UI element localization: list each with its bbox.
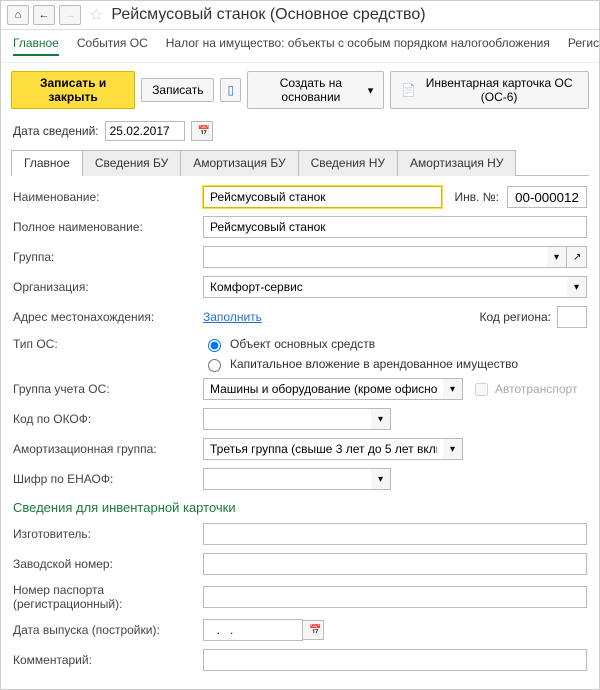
menu-main[interactable]: Главное <box>13 36 59 56</box>
release-calendar-button[interactable]: 📅 <box>302 620 324 640</box>
maker-label: Изготовитель: <box>13 527 203 541</box>
tab-nu[interactable]: Сведения НУ <box>298 150 398 176</box>
okof-label: Код по ОКОФ: <box>13 412 203 426</box>
auto-label: Автотранспорт <box>495 382 577 396</box>
favorite-icon[interactable]: ☆ <box>89 5 103 25</box>
type-radio-capital[interactable] <box>208 359 221 372</box>
inv-label: Инв. №: <box>454 190 499 204</box>
back-button[interactable]: ← <box>33 5 55 25</box>
menu-tax[interactable]: Налог на имущество: объекты с особым пор… <box>166 36 550 56</box>
fullname-input[interactable] <box>203 216 587 238</box>
calendar-button[interactable]: 📅 <box>191 121 213 141</box>
type-label: Тип ОС: <box>13 337 203 351</box>
addr-label: Адрес местонахождения: <box>13 310 203 324</box>
amort-dropdown[interactable]: ▾ <box>443 438 463 460</box>
comment-input[interactable] <box>203 649 587 671</box>
menu-reg[interactable]: Регистрация зем <box>568 36 599 56</box>
group-label: Группа: <box>13 250 203 264</box>
region-label: Код региона: <box>480 310 551 324</box>
org-dropdown[interactable]: ▾ <box>567 276 587 298</box>
comment-label: Комментарий: <box>13 653 203 667</box>
paperclip-icon: ▯ <box>227 83 234 97</box>
acc-group-input[interactable] <box>203 378 443 400</box>
amort-input[interactable] <box>203 438 443 460</box>
tab-amort-bu[interactable]: Амортизация БУ <box>180 150 298 176</box>
date-input[interactable] <box>105 121 185 141</box>
fullname-label: Полное наименование: <box>13 220 203 234</box>
group-input[interactable] <box>203 246 547 268</box>
okof-input[interactable] <box>203 408 371 430</box>
enaof-label: Шифр по ЕНАОФ: <box>13 472 203 486</box>
maker-input[interactable] <box>203 523 587 545</box>
acc-group-dropdown[interactable]: ▾ <box>443 378 463 400</box>
type-radio-capital-label: Капитальное вложение в арендованное имущ… <box>230 357 518 371</box>
card-icon: 📄 <box>401 83 416 97</box>
group-dropdown[interactable]: ▾ <box>547 246 567 268</box>
section-inventory-card: Сведения для инвентарной карточки <box>13 500 587 515</box>
name-input[interactable] <box>203 186 442 208</box>
tab-amort-nu[interactable]: Амортизация НУ <box>397 150 516 176</box>
enaof-input[interactable] <box>203 468 371 490</box>
window-title: Рейсмусовый станок (Основное средство) <box>111 6 425 24</box>
save-button[interactable]: Записать <box>141 78 214 102</box>
forward-button[interactable]: → <box>59 5 81 25</box>
name-label: Наименование: <box>13 190 203 204</box>
menu-events[interactable]: События ОС <box>77 36 148 56</box>
inv-number-input[interactable] <box>507 186 587 208</box>
passport-input[interactable] <box>203 586 587 608</box>
create-based-button[interactable]: Создать на основании ▾ <box>247 71 384 109</box>
serial-input[interactable] <box>203 553 587 575</box>
release-date-input[interactable] <box>203 619 303 641</box>
inv-card-button[interactable]: 📄 Инвентарная карточка ОС (ОС-6) <box>390 71 589 109</box>
okof-dropdown[interactable]: ▾ <box>371 408 391 430</box>
enaof-dropdown[interactable]: ▾ <box>371 468 391 490</box>
save-close-button[interactable]: Записать и закрыть <box>11 71 135 109</box>
tab-bu[interactable]: Сведения БУ <box>82 150 181 176</box>
chevron-down-icon: ▾ <box>368 84 374 97</box>
org-input[interactable] <box>203 276 567 298</box>
group-open[interactable]: ↗ <box>567 246 587 268</box>
org-label: Организация: <box>13 280 203 294</box>
tab-main[interactable]: Главное <box>11 150 83 176</box>
type-radio-object-label: Объект основных средств <box>230 337 375 351</box>
create-based-label: Создать на основании <box>258 76 364 104</box>
amort-label: Амортизационная группа: <box>13 442 203 456</box>
addr-fill-link[interactable]: Заполнить <box>203 310 262 324</box>
type-radio-object[interactable] <box>208 339 221 352</box>
acc-group-label: Группа учета ОС: <box>13 382 203 396</box>
attach-button[interactable]: ▯ <box>220 78 241 102</box>
date-label: Дата сведений: <box>13 124 99 138</box>
release-label: Дата выпуска (постройки): <box>13 623 203 637</box>
inv-card-label: Инвентарная карточка ОС (ОС-6) <box>420 76 578 104</box>
region-input[interactable] <box>557 306 587 328</box>
home-button[interactable]: ⌂ <box>7 5 29 25</box>
auto-checkbox <box>475 383 488 396</box>
serial-label: Заводской номер: <box>13 557 203 571</box>
passport-label: Номер паспорта (регистрационный): <box>13 583 203 611</box>
